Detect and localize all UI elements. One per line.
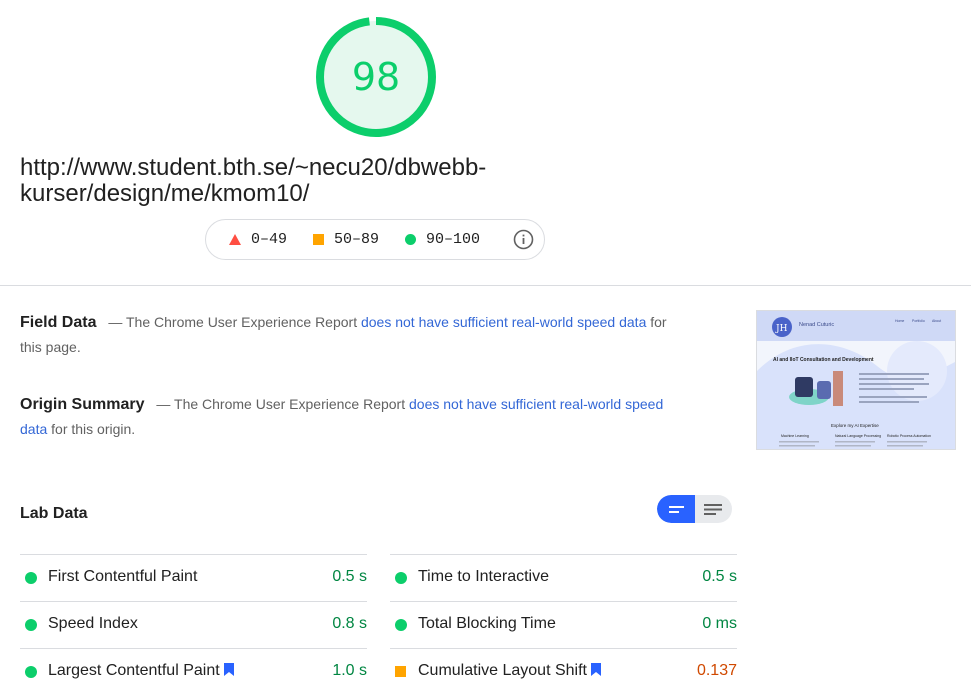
average-square-icon bbox=[313, 234, 325, 245]
thumb-nav-home: Home bbox=[895, 319, 904, 323]
view-expanded-icon bbox=[704, 504, 722, 515]
legend-average: 50–89 bbox=[313, 231, 379, 248]
lab-metrics-right: Time to Interactive 0.5 s Total Blocking… bbox=[390, 554, 737, 695]
metric-name: Speed Index bbox=[48, 615, 138, 632]
thumb-site-name: Nenad Cuturic bbox=[799, 322, 834, 328]
metric-value: 0.8 s bbox=[332, 615, 367, 632]
section-divider bbox=[0, 285, 971, 286]
view-compact-toggle[interactable] bbox=[657, 495, 695, 523]
thumb-col-1: Machine Learning bbox=[781, 434, 809, 438]
pass-circle-icon bbox=[25, 666, 37, 678]
pass-circle-icon bbox=[395, 619, 407, 631]
performance-score-value: 98 bbox=[351, 55, 401, 99]
thumb-col-3: Robotic Process Automation bbox=[887, 434, 931, 438]
thumb-nav-portfolio: Portfolio bbox=[912, 319, 925, 323]
metric-row: First Contentful Paint 0.5 s bbox=[20, 554, 367, 601]
bookmark-icon[interactable] bbox=[590, 663, 601, 676]
field-data-text: — The Chrome User Experience Report bbox=[108, 314, 361, 330]
metric-name: Total Blocking Time bbox=[418, 615, 556, 632]
metric-value: 0.5 s bbox=[332, 568, 367, 585]
metric-value: 0.137 bbox=[696, 662, 737, 679]
fail-triangle-icon bbox=[229, 234, 241, 245]
thumb-section-heading: Explore my AI Expertise bbox=[831, 423, 879, 428]
lab-metrics-left: First Contentful Paint 0.5 s Speed Index… bbox=[20, 554, 367, 695]
metric-name: Time to Interactive bbox=[418, 568, 550, 585]
field-data-section: Field Data — The Chrome User Experience … bbox=[20, 310, 680, 360]
metric-name-wrapper: Largest Contentful Paint bbox=[48, 662, 234, 680]
metric-row: Speed Index 0.8 s bbox=[20, 601, 367, 648]
metric-name: First Contentful Paint bbox=[48, 568, 198, 585]
metric-value: 1.0 s bbox=[332, 662, 367, 679]
thumb-nav-about: About bbox=[932, 319, 941, 323]
pass-circle-icon bbox=[395, 572, 407, 584]
view-expanded-toggle[interactable] bbox=[695, 495, 732, 523]
origin-summary-section: Origin Summary — The Chrome User Experie… bbox=[20, 392, 680, 442]
logo-mark: JH bbox=[775, 324, 788, 334]
average-square-icon bbox=[395, 666, 406, 677]
page-screenshot: JH Nenad Cuturic Home Portfolio About AI… bbox=[757, 311, 955, 449]
metric-name: Largest Contentful Paint bbox=[48, 662, 220, 679]
origin-summary-text-after: for this origin. bbox=[47, 421, 136, 437]
legend-pass-label: 90–100 bbox=[426, 231, 481, 248]
origin-summary-text: — The Chrome User Experience Report bbox=[156, 396, 409, 412]
thumb-heading: AI and IIoT Consultation and Development bbox=[773, 357, 874, 363]
audited-url: http://www.student.bth.se/~necu20/dbwebb… bbox=[20, 154, 487, 207]
metric-value: 0 ms bbox=[702, 615, 737, 632]
legend-pass: 90–100 bbox=[405, 231, 480, 248]
field-data-title: Field Data bbox=[20, 314, 97, 331]
metric-name-wrapper: Cumulative Layout Shift bbox=[418, 662, 601, 680]
field-data-link[interactable]: does not have sufficient real-world spee… bbox=[361, 314, 646, 330]
legend-fail: 0–49 bbox=[229, 231, 287, 248]
score-scale-legend: 0–49 50–89 90–100 bbox=[205, 219, 545, 260]
pass-circle-icon bbox=[25, 619, 37, 631]
metric-row: Total Blocking Time 0 ms bbox=[390, 601, 737, 648]
performance-score-gauge: 98 bbox=[314, 15, 438, 139]
view-compact-icon bbox=[669, 506, 684, 513]
final-screenshot-thumbnail[interactable]: JH Nenad Cuturic Home Portfolio About AI… bbox=[756, 310, 956, 450]
metric-name: Cumulative Layout Shift bbox=[418, 662, 587, 679]
legend-fail-label: 0–49 bbox=[251, 231, 288, 248]
legend-average-label: 50–89 bbox=[334, 231, 380, 248]
pass-circle-icon bbox=[25, 572, 37, 584]
metric-row: Time to Interactive 0.5 s bbox=[390, 554, 737, 601]
lab-data-title: Lab Data bbox=[20, 505, 88, 522]
metric-value: 0.5 s bbox=[702, 568, 737, 585]
thumb-col-2: Natural Language Processing bbox=[835, 434, 881, 438]
metrics-view-toggle[interactable] bbox=[657, 495, 732, 523]
pass-circle-icon bbox=[405, 234, 417, 245]
info-icon[interactable] bbox=[513, 229, 534, 250]
origin-summary-title: Origin Summary bbox=[20, 396, 145, 413]
bookmark-icon[interactable] bbox=[223, 663, 234, 676]
